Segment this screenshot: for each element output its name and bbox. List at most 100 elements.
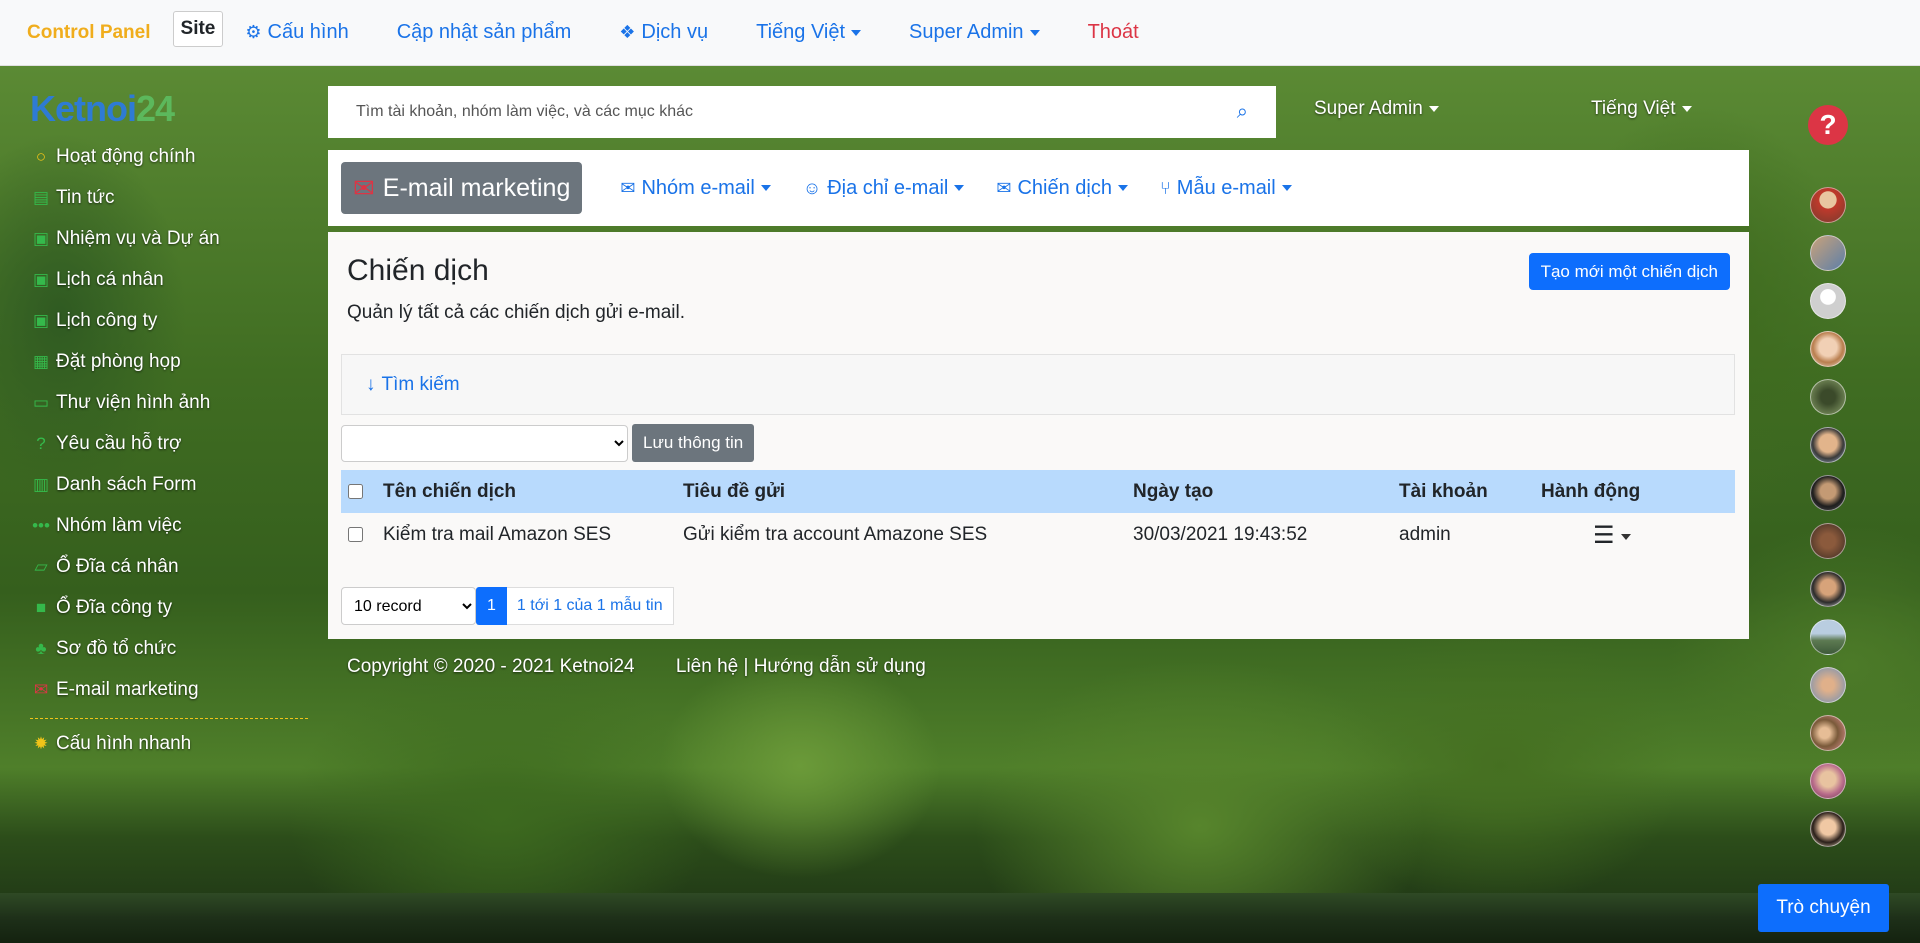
caret-down-icon <box>1029 29 1040 36</box>
table-header-row: Tên chiến dịch Tiêu đề gửi Ngày tạo Tài … <box>341 470 1735 513</box>
question-circle-icon: ? <box>36 433 46 453</box>
sidebar-item-support[interactable]: ? Yêu cầu hỗ trợ <box>30 423 310 464</box>
bulk-action-select[interactable] <box>341 424 628 462</box>
sidebar-item-news[interactable]: ▤ Tin tức <box>30 177 310 218</box>
nav-config[interactable]: ⚙ Cấu hình <box>245 21 348 44</box>
address-icon: ☺ <box>802 177 822 198</box>
logo[interactable]: Ketnoi24 <box>30 88 310 130</box>
caret-down-icon <box>851 29 862 36</box>
new-campaign-button[interactable]: Tạo mới một chiến dịch <box>1528 253 1730 290</box>
control-panel-link[interactable]: Control Panel <box>27 22 151 44</box>
cell-account: admin <box>1399 524 1451 545</box>
calendar-plus-icon: ▣ <box>32 269 50 289</box>
module-nav-templates[interactable]: ⑂ Mẫu e-mail <box>1160 177 1292 200</box>
header-user-menu[interactable]: Super Admin <box>1314 98 1439 120</box>
sidebar-item-meeting-room[interactable]: ▦ Đặt phòng họp <box>30 341 310 382</box>
page-description: Quản lý tất cả các chiến dịch gửi e-mail… <box>347 302 685 323</box>
cell-actions: ☰ <box>1541 513 1735 557</box>
col-actions: Hành động <box>1541 480 1641 502</box>
sidebar-item-email-marketing[interactable]: ✉ E-mail marketing <box>30 669 310 710</box>
footer-links[interactable]: Liên hệ | Hướng dẫn sử dụng <box>676 656 926 677</box>
module-nav-groups[interactable]: ✉ Nhóm e-mail <box>620 177 771 200</box>
folder-open-icon: ▱ <box>34 556 48 576</box>
avatar[interactable] <box>1810 379 1846 415</box>
cubes-icon: ❖ <box>619 22 636 42</box>
page-button-current[interactable]: 1 <box>476 587 507 625</box>
col-created: Ngày tạo <box>1133 480 1214 502</box>
module-nav-campaigns[interactable]: ✉ Chiến dịch <box>996 177 1128 200</box>
avatar[interactable] <box>1810 667 1846 703</box>
search-icon[interactable]: ⌕ <box>1237 101 1248 124</box>
fork-icon: ⑂ <box>1159 177 1171 198</box>
row-checkbox[interactable] <box>348 527 363 543</box>
gear-icon: ✹ <box>33 733 49 753</box>
avatar[interactable] <box>1810 619 1846 655</box>
avatar[interactable] <box>1810 427 1846 463</box>
row-actions-menu-icon[interactable]: ☰ <box>1593 522 1615 549</box>
page-size-select[interactable]: 10 record <box>341 587 476 625</box>
sidebar-item-company-calendar[interactable]: ▣ Lịch công ty <box>30 300 310 341</box>
sidebar-item-quick-config[interactable]: ✹ Cấu hình nhanh <box>30 723 310 764</box>
module-nav-addresses[interactable]: ☺ Địa chỉ e-mail <box>803 177 965 200</box>
campaign-table: Tên chiến dịch Tiêu đề gửi Ngày tạo Tài … <box>341 470 1735 557</box>
header-language-menu[interactable]: Tiếng Việt <box>1591 98 1692 120</box>
help-icon[interactable]: ? <box>1808 105 1848 145</box>
search-input[interactable] <box>356 103 1237 121</box>
sidebar-item-company-drive[interactable]: ■ Ổ Đĩa công ty <box>30 587 310 628</box>
nav-user[interactable]: Super Admin <box>909 21 1040 44</box>
table-row: Kiểm tra mail Amazon SES Gửi kiểm tra ac… <box>341 513 1735 557</box>
pagination: 10 record 1 1 tới 1 của 1 mẫu tin <box>341 587 674 625</box>
caret-down-icon <box>1117 185 1128 191</box>
nav-logout[interactable]: Thoát <box>1088 21 1139 44</box>
caret-down-icon <box>1281 185 1292 191</box>
calendar-icon: ▦ <box>32 351 50 371</box>
search-toggle[interactable]: ↓ Tìm kiếm <box>341 354 1735 415</box>
avatar[interactable] <box>1810 331 1846 367</box>
avatar[interactable] <box>1810 523 1846 559</box>
chat-button[interactable]: Trò chuyện <box>1758 884 1889 932</box>
gears-icon: ⚙ <box>245 22 262 42</box>
sidebar-item-personal-calendar[interactable]: ▣ Lịch cá nhân <box>30 259 310 300</box>
cell-subject: Gửi kiểm tra account Amazone SES <box>683 524 988 545</box>
sidebar-item-org-chart[interactable]: ♣ Sơ đồ tổ chức <box>30 628 310 669</box>
avatar[interactable] <box>1810 763 1846 799</box>
calendar-plus-icon: ▣ <box>32 310 50 330</box>
lake <box>0 893 1920 943</box>
avatar[interactable] <box>1810 187 1846 223</box>
avatar[interactable] <box>1810 475 1846 511</box>
sidebar-item-tasks[interactable]: ▣ Nhiệm vụ và Dự án <box>30 218 310 259</box>
online-users <box>1810 187 1846 859</box>
envelope-icon: ✉ <box>353 172 375 203</box>
caret-down-icon <box>1428 105 1439 112</box>
arrow-down-icon: ↓ <box>366 373 376 395</box>
col-account: Tài khoản <box>1399 480 1488 502</box>
nav-services[interactable]: ❖ Dịch vụ <box>619 21 708 44</box>
sidebar-item-gallery[interactable]: ▭ Thư viện hình ảnh <box>30 382 310 423</box>
site-link[interactable]: Site <box>172 10 224 47</box>
sidebar-item-personal-drive[interactable]: ▱ Ổ Đĩa cá nhân <box>30 546 310 587</box>
copyright-text: Copyright © 2020 - 2021 Ketnoi24 <box>347 656 635 677</box>
avatar[interactable] <box>1810 283 1846 319</box>
select-all-checkbox[interactable] <box>348 483 363 499</box>
nav-update-product[interactable]: Cập nhật sản phẩm <box>397 21 572 44</box>
save-button[interactable]: Lưu thông tin <box>632 424 755 462</box>
envelope-icon: ✉ <box>33 679 49 699</box>
avatar[interactable] <box>1810 235 1846 271</box>
sidebar-item-workgroups[interactable]: ••• Nhóm làm việc <box>30 505 310 546</box>
module-title-button[interactable]: ✉ E-mail marketing <box>341 162 583 214</box>
nav-language[interactable]: Tiếng Việt <box>756 21 862 44</box>
sidebar-item-forms[interactable]: ▥ Danh sách Form <box>30 464 310 505</box>
page-title: Chiến dịch <box>347 254 489 287</box>
avatar[interactable] <box>1810 571 1846 607</box>
bulk-action-row: Lưu thông tin <box>341 424 755 462</box>
sitemap-icon: ♣ <box>35 638 47 658</box>
avatar[interactable] <box>1810 715 1846 751</box>
sidebar: Ketnoi24 ○ Hoạt động chính ▤ Tin tức ▣ Nhiệ… <box>30 88 310 764</box>
sidebar-item-main[interactable]: ○ Hoạt động chính <box>30 136 310 177</box>
page-info[interactable]: 1 tới 1 của 1 mẫu tin <box>506 587 674 625</box>
avatar[interactable] <box>1810 811 1846 847</box>
calendar-plus-icon: ▣ <box>32 228 50 248</box>
caret-down-icon[interactable] <box>1620 534 1631 541</box>
caret-down-icon <box>1681 105 1692 112</box>
caret-down-icon <box>954 185 965 191</box>
